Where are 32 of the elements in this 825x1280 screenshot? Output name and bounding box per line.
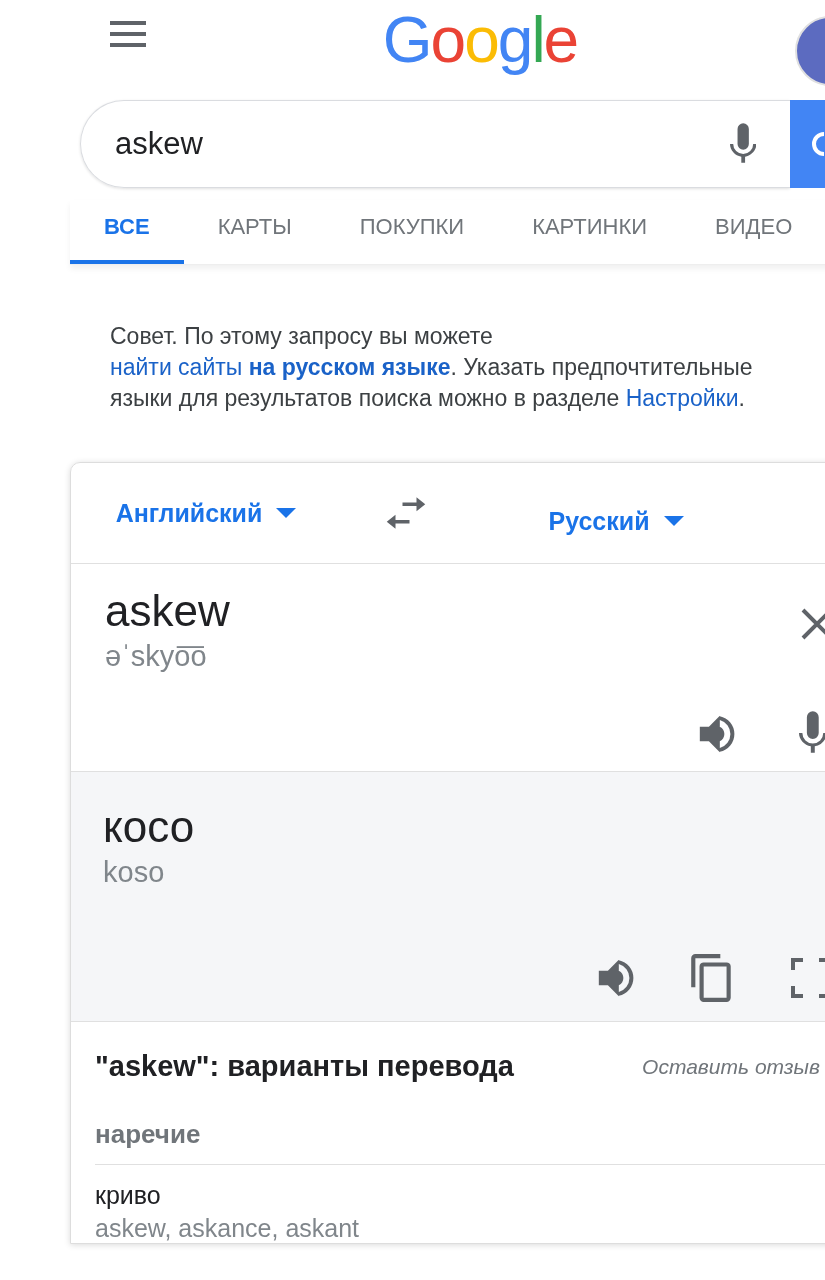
settings-link[interactable]: Настройки	[625, 385, 739, 411]
source-language-button[interactable]: Английский	[115, 498, 297, 528]
microphone-icon	[799, 710, 825, 756]
caret-icon	[663, 516, 684, 526]
tab[interactable]: КАРТЫ	[183, 200, 326, 264]
voice-button[interactable]	[799, 710, 825, 756]
source-text: askew	[105, 586, 230, 636]
tab[interactable]: ВИДЕО	[681, 200, 825, 264]
target-language-button[interactable]: Русский	[548, 506, 684, 536]
tab[interactable]: КАРТИНКИ	[498, 200, 682, 264]
tab[interactable]: ПОКУПКИ	[325, 200, 499, 264]
fullscreen-button[interactable]	[791, 958, 825, 998]
menu-icon[interactable]	[108, 20, 148, 48]
swap-icon[interactable]	[385, 497, 427, 529]
tab[interactable]: ВСЕ	[70, 200, 184, 264]
language-link[interactable]: найти сайты на русском языке	[110, 354, 451, 380]
synonyms: askew, askance, askant	[95, 1214, 361, 1243]
variants-title: "askew": варианты перевода	[95, 1050, 514, 1083]
microphone-icon	[729, 122, 756, 166]
close-icon	[801, 608, 825, 640]
translation-text: косо	[103, 802, 195, 852]
expand-icon	[791, 958, 825, 998]
translation-word: криво	[95, 1181, 162, 1210]
search-icon	[810, 129, 824, 159]
tip-text: Совет. По этому запросу вы можете найти сайты на русском языке. Указать предпочтительные языки для результатов поиска можно в разделе Настройки.	[110, 322, 754, 413]
part-of-speech: наречие	[95, 1119, 825, 1165]
transliteration: koso	[103, 856, 165, 889]
feedback-link[interactable]: Оставить отзыв	[642, 1054, 820, 1079]
caret-icon	[276, 508, 297, 518]
logo: Google	[382, 3, 578, 77]
clear-button[interactable]	[801, 608, 825, 640]
transcription: əˈskyo͞o	[105, 640, 207, 673]
